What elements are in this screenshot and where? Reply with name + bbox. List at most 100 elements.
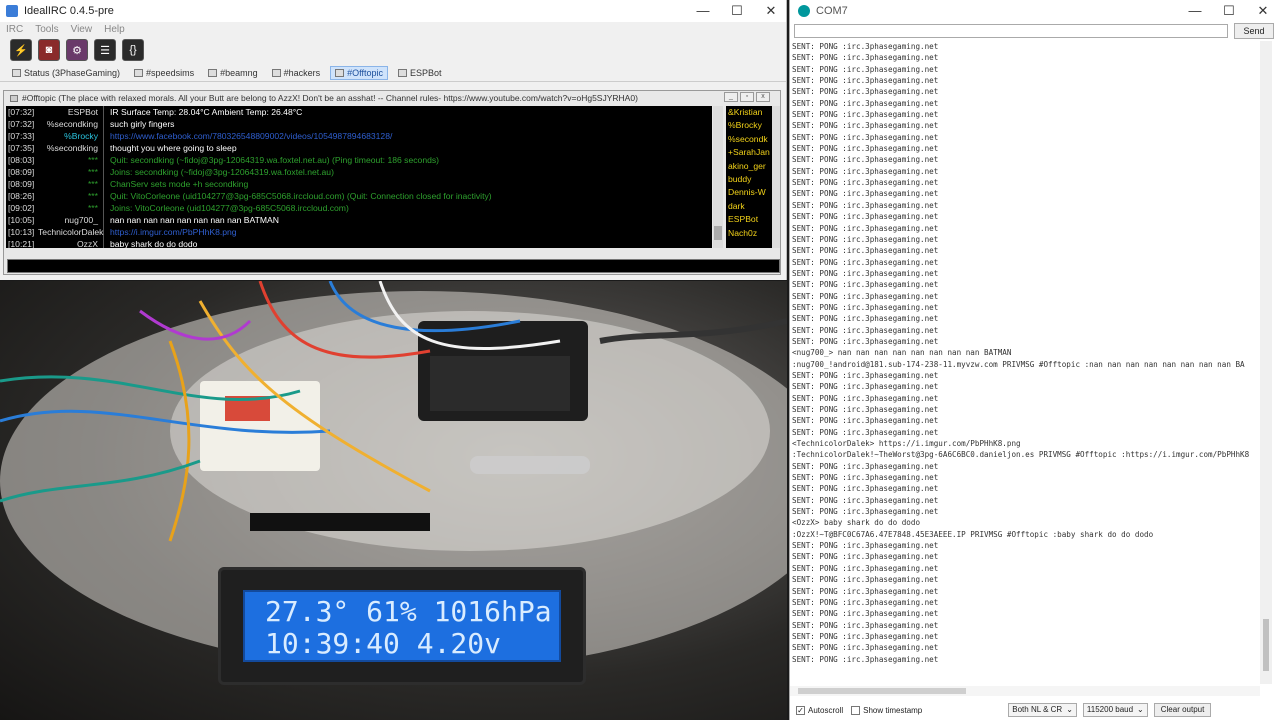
serial-output[interactable]: SENT: PONG :irc.3phasegaming.net SENT: PO… [790, 41, 1258, 684]
nick-list-item[interactable]: Dennis-W [726, 186, 772, 199]
tab-label: #speedsims [146, 67, 195, 78]
channel-list-icon[interactable]: ☰ [94, 39, 116, 61]
message-timestamp: [08:09] [8, 179, 35, 189]
show-timestamp-checkbox[interactable]: Show timestamp [851, 705, 922, 715]
close-button[interactable]: ✕ [754, 2, 788, 20]
message-timestamp: [10:13] [8, 227, 35, 237]
serial-log-line: SENT: PONG :irc.3phasegaming.net [792, 246, 939, 256]
menu-tools[interactable]: Tools [35, 24, 58, 35]
window-icon [208, 68, 218, 77]
message-text: such girly fingers [110, 119, 175, 129]
autoscroll-label: Autoscroll [808, 705, 844, 715]
message-text: Joins: secondking (~fidoj@3pg-12064319.w… [110, 167, 334, 177]
channel-close-button[interactable]: x [756, 92, 770, 102]
channel-window-controls: _ ▫ x [724, 92, 770, 102]
nick-list-item[interactable]: Nach0z [726, 227, 772, 240]
message-nick[interactable]: TechnicolorDalek [38, 226, 104, 238]
tab-espbot[interactable]: ESPBot [394, 67, 446, 79]
options-icon[interactable]: ⚙ [66, 39, 88, 61]
line-ending-select[interactable]: Both NL & CR ⌄ [1008, 703, 1077, 717]
message-nick[interactable]: *** [38, 154, 104, 166]
serial-log-line: :OzzX!~T@BFC0C67A6.47E7848.45E3AEEE.IP P… [792, 529, 1154, 539]
serial-output-scrollbar[interactable] [1260, 41, 1272, 684]
nick-list-item[interactable]: akino_ger [726, 160, 772, 173]
serial-log-line: SENT: PONG :irc.3phasegaming.net [792, 280, 939, 290]
serial-log-line: SENT: PONG :irc.3phasegaming.net [792, 336, 939, 346]
tab-offtopic[interactable]: #Offtopic [330, 65, 388, 80]
message-view[interactable]: [07:32] ESPBot IR Surface Temp: 28.04°C Am… [6, 106, 712, 248]
baud-rate-select[interactable]: 115200 baud ⌄ [1082, 703, 1148, 717]
message-nick[interactable]: nug700_ [38, 214, 104, 226]
serial-log-line: SENT: PONG :irc.3phasegaming.net [792, 541, 939, 551]
message-nick[interactable]: OzzX [38, 238, 104, 248]
autoscroll-checkbox[interactable]: ✓ Autoscroll [796, 705, 844, 715]
send-row: Send [790, 22, 1280, 40]
chat-message: [08:26] *** Quit: VitoCorleone (uid104277@… [6, 190, 712, 202]
message-nick[interactable]: %secondking [38, 118, 104, 130]
nick-list-item[interactable]: &Kristian [726, 106, 772, 119]
nick-list-item[interactable]: ESPBot [726, 213, 772, 226]
nick-list-item[interactable]: buddy [726, 173, 772, 186]
menu-view[interactable]: View [71, 24, 93, 35]
nick-list-item[interactable]: %Brocky [726, 119, 772, 132]
nick-list-scrollbar[interactable] [772, 106, 780, 248]
minimize-button[interactable]: — [686, 2, 720, 20]
message-nick[interactable]: %Brocky [38, 130, 104, 142]
message-input[interactable] [7, 259, 780, 273]
disconnect-icon[interactable]: ◙ [38, 39, 60, 61]
nick-list[interactable]: &Kristian %Brocky %secondk +SarahJan akino_g… [726, 106, 772, 248]
message-scrollbar[interactable] [713, 106, 723, 248]
serial-log-line: SENT: PONG :irc.3phasegaming.net [792, 405, 939, 414]
checkbox-box [851, 705, 861, 715]
tab-label: #hackers [283, 67, 321, 78]
chat-message: [09:02] *** Joins: VitoCorleone (uid104277… [6, 202, 712, 214]
tab-speedsims[interactable]: #speedsims [130, 67, 198, 79]
connect-icon[interactable]: ⚡ [10, 39, 32, 61]
serial-maximize-button[interactable]: ☐ [1212, 2, 1246, 20]
clear-output-button[interactable]: Clear output [1153, 703, 1212, 717]
serial-send-input[interactable] [794, 24, 1228, 38]
tab-status[interactable]: Status (3PhaseGaming) [8, 67, 124, 79]
channel-restore-button[interactable]: ▫ [740, 92, 754, 102]
message-text: IR Surface Temp: 28.04°C Ambient Temp: 2… [110, 107, 303, 117]
message-timestamp: [07:32] [8, 107, 35, 117]
scripts-icon[interactable]: {} [122, 39, 144, 61]
serial-log-line: SENT: PONG :irc.3phasegaming.net [792, 212, 939, 222]
chevron-down-icon: ⌄ [1066, 705, 1073, 714]
chat-message: [07:32] %secondking such girly fingers [6, 118, 712, 130]
menu-irc[interactable]: IRC [6, 24, 23, 35]
serial-monitor-window: COM7 — ☐ ✕ Send SENT: PONG :irc.3phasega… [789, 0, 1280, 720]
serial-horizontal-scrollbar[interactable] [790, 686, 1260, 696]
serial-log-line: SENT: PONG :irc.3phasegaming.net [792, 257, 939, 267]
message-text: ChanServ sets mode +h secondking [110, 179, 249, 189]
nick-list-item[interactable]: %secondk [726, 133, 772, 146]
message-nick[interactable]: *** [38, 166, 104, 178]
nick-list-item[interactable]: +SarahJan [726, 146, 772, 159]
scroll-thumb[interactable] [798, 688, 966, 694]
channel-minimize-button[interactable]: _ [724, 92, 738, 102]
tab-hackers[interactable]: #hackers [268, 67, 325, 79]
lcd-screen: 27.3° 61% 1016hPa 10:39:40 4.20v [243, 590, 561, 662]
serial-log-line: SENT: PONG :irc.3phasegaming.net [792, 110, 939, 120]
serial-close-button[interactable]: ✕ [1246, 2, 1280, 20]
send-button[interactable]: Send [1234, 23, 1274, 39]
menu-help[interactable]: Help [104, 24, 125, 35]
message-nick[interactable]: ESPBot [38, 106, 104, 118]
nick-list-item[interactable]: dark [726, 200, 772, 213]
message-nick[interactable]: %secondking [38, 142, 104, 154]
tab-beamng[interactable]: #beamng [204, 67, 262, 79]
scroll-thumb[interactable] [1263, 619, 1269, 671]
serial-minimize-button[interactable]: — [1178, 2, 1212, 20]
irc-menubar: IRC Tools View Help [0, 22, 786, 36]
maximize-button[interactable]: ☐ [720, 2, 754, 20]
message-text[interactable]: https://www.facebook.com/780326548809002… [104, 130, 392, 142]
serial-log-line: SENT: PONG :irc.3phasegaming.net [792, 132, 939, 142]
message-nick[interactable]: *** [38, 190, 104, 202]
message-timestamp: [07:35] [8, 143, 35, 153]
scroll-thumb[interactable] [714, 226, 722, 240]
message-nick[interactable]: *** [38, 202, 104, 214]
line-ending-value: Both NL & CR [1012, 705, 1063, 714]
serial-title: COM7 [816, 5, 848, 17]
message-text[interactable]: https://i.imgur.com/PbPHhK8.png [104, 226, 237, 238]
message-nick[interactable]: *** [38, 178, 104, 190]
